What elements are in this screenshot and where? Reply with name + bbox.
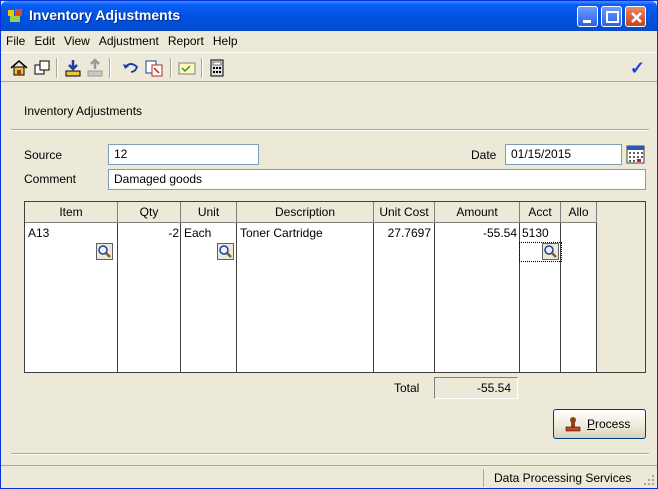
comment-field[interactable]: Damaged goods bbox=[108, 169, 646, 190]
column-header-item[interactable]: Item bbox=[25, 202, 118, 223]
report-icon[interactable] bbox=[144, 58, 164, 78]
resize-grip-icon[interactable] bbox=[643, 474, 655, 486]
toolbar-separator bbox=[201, 58, 203, 78]
menu-adjustment[interactable]: Adjustment bbox=[94, 31, 163, 48]
main-window: Inventory Adjustments File Edit View Adjust… bbox=[0, 0, 658, 489]
column-qty bbox=[118, 223, 181, 372]
column-unit-cost bbox=[374, 223, 435, 372]
grid-empty-area bbox=[597, 202, 645, 372]
maximize-icon bbox=[606, 11, 619, 23]
process-label: Process bbox=[587, 417, 631, 431]
status-text: Data Processing Services bbox=[483, 469, 655, 487]
cell-unit[interactable]: Each bbox=[184, 226, 211, 240]
column-header-qty[interactable]: Qty bbox=[118, 202, 181, 223]
divider bbox=[11, 129, 649, 131]
toolbar-separator bbox=[109, 58, 111, 78]
toolbar-separator bbox=[56, 58, 58, 78]
column-allo bbox=[561, 223, 597, 372]
grid-header: Item Qty Unit Description Unit Cost Amou… bbox=[25, 202, 645, 223]
column-description bbox=[237, 223, 374, 372]
date-label: Date bbox=[471, 148, 497, 162]
cell-description[interactable]: Toner Cartridge bbox=[240, 226, 323, 240]
upload-icon[interactable] bbox=[85, 58, 105, 78]
close-button[interactable] bbox=[625, 6, 646, 27]
acct-lookup-icon[interactable] bbox=[542, 243, 559, 260]
stamp-icon bbox=[565, 417, 581, 432]
cell-amount[interactable]: -55.54 bbox=[435, 226, 517, 240]
menu-view[interactable]: View bbox=[59, 31, 94, 48]
home-icon[interactable] bbox=[9, 58, 29, 78]
process-button[interactable]: Process bbox=[553, 409, 646, 439]
date-field[interactable]: 01/15/2015 bbox=[505, 144, 622, 165]
title-bar[interactable]: Inventory Adjustments bbox=[1, 1, 657, 31]
copy-icon[interactable] bbox=[32, 58, 52, 78]
cell-acct[interactable]: 5130 bbox=[522, 226, 549, 240]
minimize-button[interactable] bbox=[577, 6, 598, 27]
column-amount bbox=[435, 223, 520, 372]
menu-bar: File Edit View Adjustment Report Help bbox=[1, 31, 657, 51]
total-value: -55.54 bbox=[434, 377, 518, 399]
cell-qty[interactable]: -2 bbox=[118, 226, 179, 240]
comment-label: Comment bbox=[24, 172, 77, 186]
source-field[interactable]: 12 bbox=[108, 144, 259, 165]
adjustment-grid: Item Qty Unit Description Unit Cost Amou… bbox=[24, 201, 646, 373]
total-label: Total bbox=[394, 381, 420, 395]
menu-report[interactable]: Report bbox=[163, 31, 208, 48]
calendar-icon[interactable] bbox=[626, 145, 645, 164]
toolbar-separator bbox=[170, 58, 172, 78]
divider bbox=[11, 453, 649, 455]
minimize-icon bbox=[583, 20, 591, 23]
card-icon[interactable] bbox=[177, 58, 197, 78]
column-header-description[interactable]: Description bbox=[237, 202, 374, 223]
status-bar: Data Processing Services bbox=[1, 465, 657, 488]
app-icon bbox=[8, 9, 22, 22]
column-header-allo[interactable]: Allo bbox=[561, 202, 597, 223]
item-lookup-icon[interactable] bbox=[96, 243, 113, 260]
column-header-unit-cost[interactable]: Unit Cost bbox=[374, 202, 435, 223]
toolbar: ✓ bbox=[1, 52, 657, 82]
column-header-amount[interactable]: Amount bbox=[435, 202, 520, 223]
checkmark-icon[interactable]: ✓ bbox=[630, 58, 645, 79]
calculator-icon[interactable] bbox=[207, 58, 227, 78]
maximize-button[interactable] bbox=[601, 6, 622, 27]
menu-help[interactable]: Help bbox=[208, 31, 242, 48]
undo-icon[interactable] bbox=[121, 58, 141, 78]
menu-file[interactable]: File bbox=[1, 31, 29, 48]
close-icon bbox=[631, 12, 642, 23]
column-header-unit[interactable]: Unit bbox=[181, 202, 237, 223]
source-label: Source bbox=[24, 148, 63, 162]
cell-unit-cost[interactable]: 27.7697 bbox=[374, 226, 431, 240]
menu-edit[interactable]: Edit bbox=[29, 31, 59, 48]
window-title: Inventory Adjustments bbox=[29, 7, 181, 23]
download-icon[interactable] bbox=[63, 58, 83, 78]
page-heading: Inventory Adjustments bbox=[24, 104, 143, 118]
column-header-acct[interactable]: Acct bbox=[520, 202, 561, 223]
cell-item[interactable]: A13 bbox=[28, 226, 49, 240]
unit-lookup-icon[interactable] bbox=[217, 243, 234, 260]
